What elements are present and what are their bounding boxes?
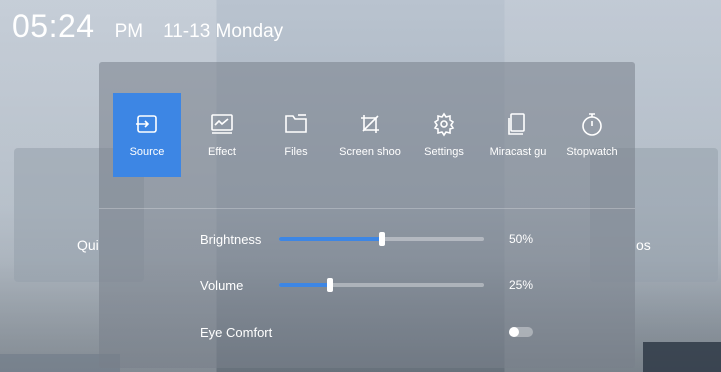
brightness-slider-thumb[interactable] [378, 232, 385, 246]
brightness-slider[interactable] [279, 232, 484, 246]
volume-slider-fill [279, 283, 331, 287]
clock: 05:24 PM 11-13 Monday [12, 8, 283, 45]
app-label: Settings [424, 146, 464, 158]
clock-time: 05:24 [12, 8, 95, 44]
effect-icon [209, 111, 235, 137]
folder-icon [283, 111, 309, 137]
app-label: Miracast gu [489, 146, 547, 158]
app-source[interactable]: Source [113, 93, 181, 177]
eye-comfort-toggle-knob [509, 327, 519, 337]
eye-comfort-toggle[interactable] [509, 327, 533, 337]
volume-label: Volume [200, 278, 244, 293]
background-card-left-label: Qui [77, 237, 99, 253]
volume-slider[interactable] [279, 278, 484, 292]
app-settings[interactable]: Settings [407, 93, 481, 177]
brightness-label: Brightness [200, 232, 262, 247]
background-card-right-label: os [636, 237, 651, 253]
clock-date: 11-13 Monday [163, 21, 284, 42]
app-miracast[interactable]: Miracast gu [481, 93, 555, 177]
brightness-value: 50% [509, 232, 534, 246]
volume-value: 25% [509, 278, 534, 292]
stopwatch-icon [579, 111, 605, 137]
quick-settings-panel: Source Effect Files Screen shoo Settings… [99, 62, 635, 368]
app-label: Source [129, 146, 165, 158]
volume-slider-thumb[interactable] [327, 278, 334, 292]
app-files[interactable]: Files [259, 93, 333, 177]
screenshot-icon [357, 111, 383, 137]
background-object [643, 342, 721, 372]
app-bar: Source Effect Files Screen shoo Settings… [113, 93, 629, 177]
app-screenshot[interactable]: Screen shoo [333, 93, 407, 177]
app-label: Screen shoo [339, 146, 401, 158]
app-label: Stopwatch [566, 146, 618, 158]
clock-ampm: PM [114, 21, 144, 42]
app-label: Effect [208, 146, 236, 158]
miracast-icon [505, 111, 531, 137]
app-label: Files [284, 146, 308, 158]
gear-icon [431, 111, 457, 137]
brightness-slider-fill [279, 237, 382, 241]
app-stopwatch[interactable]: Stopwatch [555, 93, 629, 177]
divider [99, 208, 635, 209]
source-icon [134, 111, 160, 137]
eye-comfort-label: Eye Comfort [200, 325, 273, 340]
app-effect[interactable]: Effect [185, 93, 259, 177]
